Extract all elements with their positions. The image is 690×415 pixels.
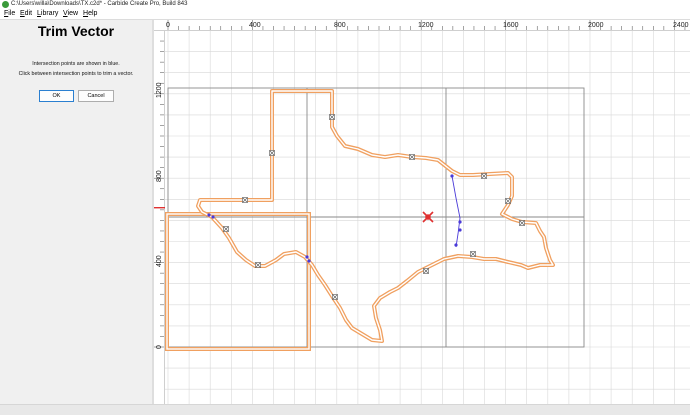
menu-bar: File Edit Library View Help — [0, 9, 690, 20]
ruler-x-label: 0 — [166, 22, 170, 29]
horizontal-scrollbar[interactable] — [0, 404, 690, 415]
ruler-x-label: 1200 — [418, 22, 434, 29]
instruction-intersections: Intersection points are shown in blue. — [32, 61, 120, 67]
title-bar: C:\Users\willa\Downloads\TX.c2d* - Carbi… — [0, 0, 690, 9]
menu-library[interactable]: Library — [37, 9, 58, 19]
instruction-trim: Click between intersection points to tri… — [18, 71, 134, 77]
menu-view[interactable]: View — [63, 9, 78, 19]
ruler-y-label: 1200 — [156, 82, 163, 98]
ruler-x-label: 400 — [249, 22, 261, 29]
trim-vector-panel: Trim Vector Intersection points are show… — [0, 20, 152, 404]
ruler-x-label: 2000 — [588, 22, 604, 29]
ruler-y-label: 800 — [156, 170, 163, 182]
panel-title: Trim Vector — [37, 23, 115, 39]
window-title: C:\Users\willa\Downloads\TX.c2d* - Carbi… — [11, 1, 188, 7]
ok-button[interactable]: OK — [39, 90, 74, 102]
cancel-button[interactable]: Cancel — [78, 90, 114, 102]
ruler-y-label: 0 — [156, 345, 163, 349]
ruler-x-label: 800 — [334, 22, 346, 29]
menu-edit[interactable]: Edit — [20, 9, 32, 19]
ruler-position-marker — [154, 207, 165, 209]
ruler-x-label: 1600 — [503, 22, 519, 29]
ruler-y-label: 400 — [156, 255, 163, 267]
ruler-x-label: 2400 — [673, 22, 689, 29]
menu-help[interactable]: Help — [83, 9, 97, 19]
menu-file[interactable]: File — [4, 9, 15, 19]
app-icon — [2, 1, 9, 8]
design-canvas[interactable]: 0 400 800 1200 1600 2000 2400 0 400 800 … — [154, 20, 690, 404]
